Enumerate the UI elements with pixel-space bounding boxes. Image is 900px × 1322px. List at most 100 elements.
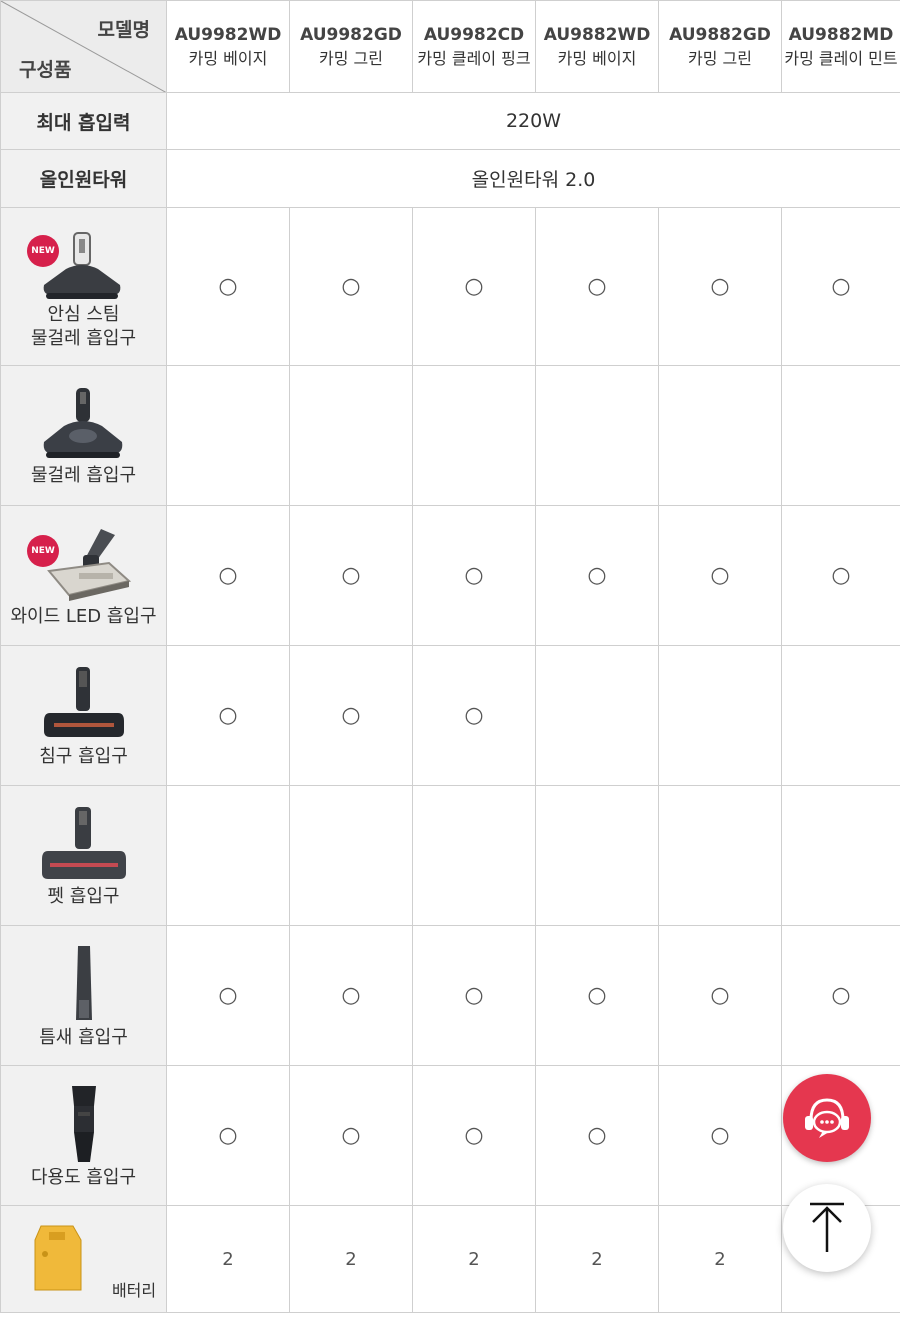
quantity-value: 2 [345, 1248, 357, 1270]
chat-support-button[interactable] [783, 1074, 871, 1162]
option-cell: ○ [166, 207, 290, 366]
scroll-to-top-button[interactable] [783, 1184, 871, 1272]
new-badge: NEW [27, 234, 59, 267]
included-mark: ○ [218, 563, 238, 588]
mop-nozzle-icon [43, 387, 122, 458]
option-cell [289, 785, 413, 926]
included-mark: ○ [341, 1123, 361, 1148]
model-color: 카밍 그린 [319, 48, 383, 68]
option-cell [166, 785, 290, 926]
spec-row-tower: 올인원타워 올인원타워 2.0 [0, 149, 900, 208]
component-name: 펫 흡입구 [47, 885, 120, 907]
option-cell [289, 365, 413, 506]
option-cell: ○ [781, 207, 900, 366]
component-name-line2: 물걸레 흡입구 [30, 327, 137, 349]
option-cell [535, 365, 659, 506]
option-cell: ○ [289, 505, 413, 646]
included-mark: ○ [218, 703, 238, 728]
option-cell: ○ [658, 505, 782, 646]
included-mark: ○ [710, 274, 730, 299]
model-color: 카밍 클레이 핑크 [417, 48, 531, 68]
option-cell: 2 [535, 1205, 659, 1313]
model-code: AU9882GD [669, 24, 771, 45]
included-mark: ○ [341, 983, 361, 1008]
component-row: 물걸레 흡입구 [0, 365, 900, 506]
option-cell: ○ [166, 1065, 290, 1206]
model-color: 카밍 클레이 민트 [784, 48, 898, 68]
option-cell: ○ [658, 207, 782, 366]
included-mark: ○ [464, 983, 484, 1008]
quantity-value: 2 [591, 1248, 603, 1270]
spec-value-cell: 220W [166, 92, 900, 150]
component-name: 침구 흡입구 [39, 745, 128, 767]
pet-nozzle-icon [41, 806, 126, 879]
option-cell [658, 645, 782, 786]
option-cell: ○ [412, 645, 536, 786]
header-corner-cell: 모델명 구성품 [0, 0, 167, 93]
model-header-cell: AU9982GD 카밍 그린 [289, 0, 413, 93]
included-mark: ○ [218, 274, 238, 299]
option-cell: ○ [658, 925, 782, 1066]
model-code: AU9982CD [423, 24, 525, 45]
option-cell: ○ [658, 1065, 782, 1206]
arrow-up-icon [810, 1202, 844, 1252]
component-name: 와이드 LED 흡입구 [10, 605, 157, 627]
component-name: 안심 스팀 [47, 303, 120, 325]
quantity-value: 2 [714, 1248, 726, 1270]
option-cell: 2 [412, 1205, 536, 1313]
component-name: 다용도 흡입구 [30, 1166, 137, 1188]
option-cell [781, 785, 900, 926]
spec-value-cell: 올인원타워 2.0 [166, 149, 900, 208]
option-cell: ○ [412, 1065, 536, 1206]
option-cell [412, 365, 536, 506]
quantity-value: 2 [222, 1248, 234, 1270]
model-name-heading: 모델명 [97, 19, 150, 41]
option-cell [535, 785, 659, 926]
quantity-value: 2 [468, 1248, 480, 1270]
model-header-row: 모델명 구성품 AU9982WD 카밍 베이지 AU9982GD 카밍 그린 AU9… [0, 0, 900, 93]
option-cell: ○ [166, 505, 290, 646]
component-name: 물걸레 흡입구 [30, 464, 137, 486]
option-cell [658, 785, 782, 926]
component-row: 틈새 흡입구 ○ ○ ○ ○ ○ ○ [0, 925, 900, 1066]
option-cell: ○ [535, 1065, 659, 1206]
component-row: 펫 흡입구 [0, 785, 900, 926]
spec-row-suction: 최대 흡입력 220W [0, 92, 900, 150]
model-color: 카밍 그린 [688, 48, 752, 68]
option-cell [658, 365, 782, 506]
model-header-cell: AU9982CD 카밍 클레이 핑크 [412, 0, 536, 93]
components-heading: 구성품 [19, 59, 72, 81]
spec-label: 최대 흡입력 [36, 111, 131, 134]
included-mark: ○ [464, 563, 484, 588]
option-cell [535, 645, 659, 786]
option-cell: ○ [412, 505, 536, 646]
included-mark: ○ [831, 274, 851, 299]
component-label-cell: 펫 흡입구 [0, 785, 167, 926]
option-cell: ○ [289, 207, 413, 366]
component-label-cell: 틈새 흡입구 [0, 925, 167, 1066]
component-label-cell: NEW 와이드 LED 흡입구 [0, 505, 167, 646]
included-mark: ○ [587, 1123, 607, 1148]
option-cell: ○ [166, 645, 290, 786]
crevice-nozzle-icon [75, 945, 92, 1020]
multipurpose-nozzle-icon [71, 1085, 96, 1162]
component-row: 배터리 2 2 2 2 2 2 [0, 1205, 900, 1313]
spec-label-cell: 올인원타워 [0, 149, 167, 208]
option-cell: 2 [166, 1205, 290, 1313]
included-mark: ○ [218, 983, 238, 1008]
component-name: 배터리 [111, 1281, 157, 1300]
included-mark: ○ [341, 563, 361, 588]
option-cell: ○ [412, 925, 536, 1066]
included-mark: ○ [341, 274, 361, 299]
component-label-cell: 물걸레 흡입구 [0, 365, 167, 506]
bedding-nozzle-icon [43, 666, 124, 737]
component-row: 침구 흡입구 ○ ○ ○ [0, 645, 900, 786]
model-code: AU9882MD [788, 24, 894, 45]
option-cell: ○ [412, 207, 536, 366]
option-cell [166, 365, 290, 506]
spec-value: 220W [505, 110, 562, 132]
included-mark: ○ [831, 563, 851, 588]
model-code: AU9982WD [174, 24, 282, 45]
included-mark: ○ [710, 563, 730, 588]
included-mark: ○ [341, 703, 361, 728]
